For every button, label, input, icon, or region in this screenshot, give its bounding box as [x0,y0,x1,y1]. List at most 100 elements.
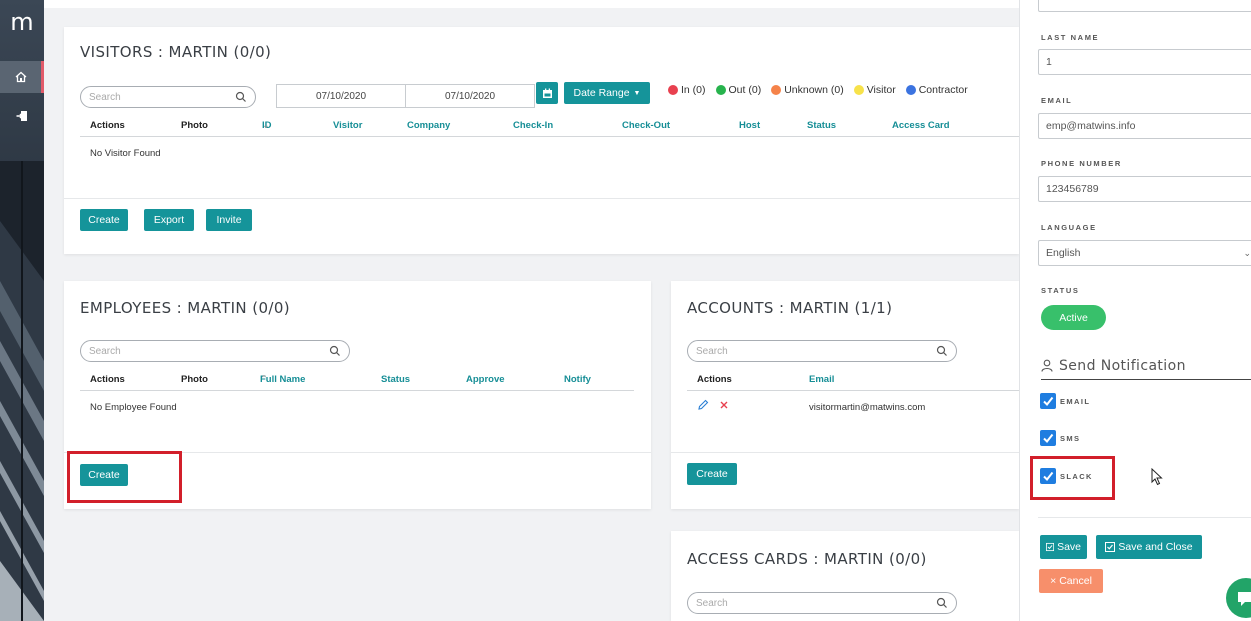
chat-icon [1238,592,1251,606]
search-icon [936,345,947,356]
home-icon [15,71,26,83]
nav-rail: m [0,0,44,621]
first-name-field[interactable] [1038,0,1251,12]
chat-widget-button[interactable] [1226,578,1251,618]
cancel-button[interactable]: × Cancel [1039,569,1103,593]
visitors-export-button[interactable]: Export [144,209,194,231]
language-value: English [1046,247,1081,259]
last-name-field[interactable]: 1 [1038,49,1251,75]
legend-out[interactable]: Out (0) [715,84,761,96]
sms-checkbox-row[interactable]: SMS [1040,430,1080,446]
divider [671,452,1019,453]
col-access-card[interactable]: Access Card [892,120,950,131]
date-from-input[interactable]: 07/10/2020 [276,84,406,108]
col-visitor[interactable]: Visitor [333,120,362,131]
col-email[interactable]: Email [809,374,834,385]
employees-title: EMPLOYEES : MARTIN (0/0) [80,299,291,317]
divider [1038,517,1251,518]
email-label: EMAIL [1041,96,1073,105]
email-checkbox-label: EMAIL [1060,396,1091,406]
nav-item-home[interactable] [0,61,44,93]
nav-item-visits[interactable] [0,100,44,132]
accounts-search[interactable] [687,340,957,362]
access-cards-card: ACCESS CARDS : MARTIN (0/0) [671,531,1019,621]
checkmark-icon [1043,433,1054,444]
send-notification-heading: Send Notification [1041,352,1251,380]
search-icon [936,597,947,608]
employees-empty-message: No Employee Found [90,402,177,413]
delete-icon[interactable] [719,400,729,410]
email-checkbox-row[interactable]: EMAIL [1040,393,1090,409]
check-square-icon [1046,542,1055,552]
col-company[interactable]: Company [407,120,450,131]
calendar-button[interactable] [536,82,558,104]
employees-table-header: Actions Photo Full Name ⌃ Status Approve… [80,374,634,391]
status-toggle[interactable]: Active [1041,305,1106,330]
phone-label: PHONE NUMBER [1041,159,1122,168]
visitors-create-button[interactable]: Create [80,209,128,231]
visitors-title: VISITORS : MARTIN (0/0) [80,43,272,61]
visitors-search[interactable] [80,86,256,108]
visitors-invite-button[interactable]: Invite [206,209,252,231]
send-notification-label: Send Notification [1059,357,1186,374]
sign-in-icon [16,111,27,121]
visitors-legend: In (0) Out (0) Unknown (0) Visitor Contr… [668,84,974,96]
legend-visitor[interactable]: Visitor [853,84,896,96]
employee-form-panel: LAST NAME 1 EMAIL emp@matwins.info PHONE… [1019,0,1251,621]
save-button[interactable]: Save [1040,535,1087,559]
accounts-title: ACCOUNTS : MARTIN (1/1) [687,299,893,317]
accounts-create-button[interactable]: Create [687,463,737,485]
calendar-icon [542,88,552,98]
employees-search[interactable] [80,340,350,362]
legend-in[interactable]: In (0) [668,84,706,96]
account-row-actions [697,399,729,411]
search-icon [235,91,246,102]
app-logo[interactable]: m [7,8,37,36]
caret-down-icon: ▼ [633,89,641,97]
employees-search-input[interactable] [89,345,329,357]
visitors-search-input[interactable] [89,91,235,103]
col-status[interactable]: Status [381,374,410,385]
col-actions: Actions [697,374,732,385]
date-to-input[interactable]: 07/10/2020 [405,84,535,108]
col-check-in[interactable]: Check-In [513,120,553,131]
col-status[interactable]: Status [807,120,836,131]
sms-checkbox[interactable] [1040,430,1056,446]
highlight-box-slack [1030,456,1115,500]
status-label: STATUS [1041,286,1080,295]
col-notify[interactable]: Notify [564,374,591,385]
legend-unknown[interactable]: Unknown (0) [771,84,844,96]
visitors-empty-message: No Visitor Found [90,148,161,159]
edit-icon[interactable] [697,399,709,411]
account-email-cell: visitormartin@matwins.com [809,402,926,413]
checkmark-icon [1043,396,1054,407]
access-cards-title: ACCESS CARDS : MARTIN (0/0) [687,550,927,568]
legend-contractor[interactable]: Contractor [905,84,968,96]
save-and-close-button[interactable]: Save and Close [1096,535,1202,559]
accounts-search-input[interactable] [696,345,936,357]
highlight-box-create [67,451,182,503]
language-label: LANGUAGE [1041,223,1097,232]
col-photo: Photo [181,374,208,385]
email-field[interactable]: emp@matwins.info [1038,113,1251,139]
close-icon: × [1050,575,1057,587]
email-checkbox[interactable] [1040,393,1056,409]
date-range-button[interactable]: Date Range ▼ [564,82,650,104]
divider [64,198,1019,199]
language-select[interactable]: English ⌄ [1038,240,1251,266]
top-strip [44,0,1019,8]
visitors-table-header: Actions Photo ID ⌄ Visitor Company Check… [80,120,1019,137]
check-square-icon [1105,542,1116,552]
visitors-card: VISITORS : MARTIN (0/0) 07/10/2020 07/10… [64,27,1019,254]
accounts-table-header: Actions Email [687,374,1019,391]
col-host[interactable]: Host [739,120,760,131]
col-actions: Actions [90,120,125,131]
access-cards-search[interactable] [687,592,957,614]
chevron-down-icon: ⌄ [1243,247,1251,258]
col-approve[interactable]: Approve [466,374,505,385]
phone-field[interactable]: 123456789 [1038,176,1251,202]
access-cards-search-input[interactable] [696,597,936,609]
col-check-out[interactable]: Check-Out [622,120,670,131]
date-range-label: Date Range [573,87,630,99]
accounts-card: ACCOUNTS : MARTIN (1/1) Actions Email vi… [671,281,1019,509]
